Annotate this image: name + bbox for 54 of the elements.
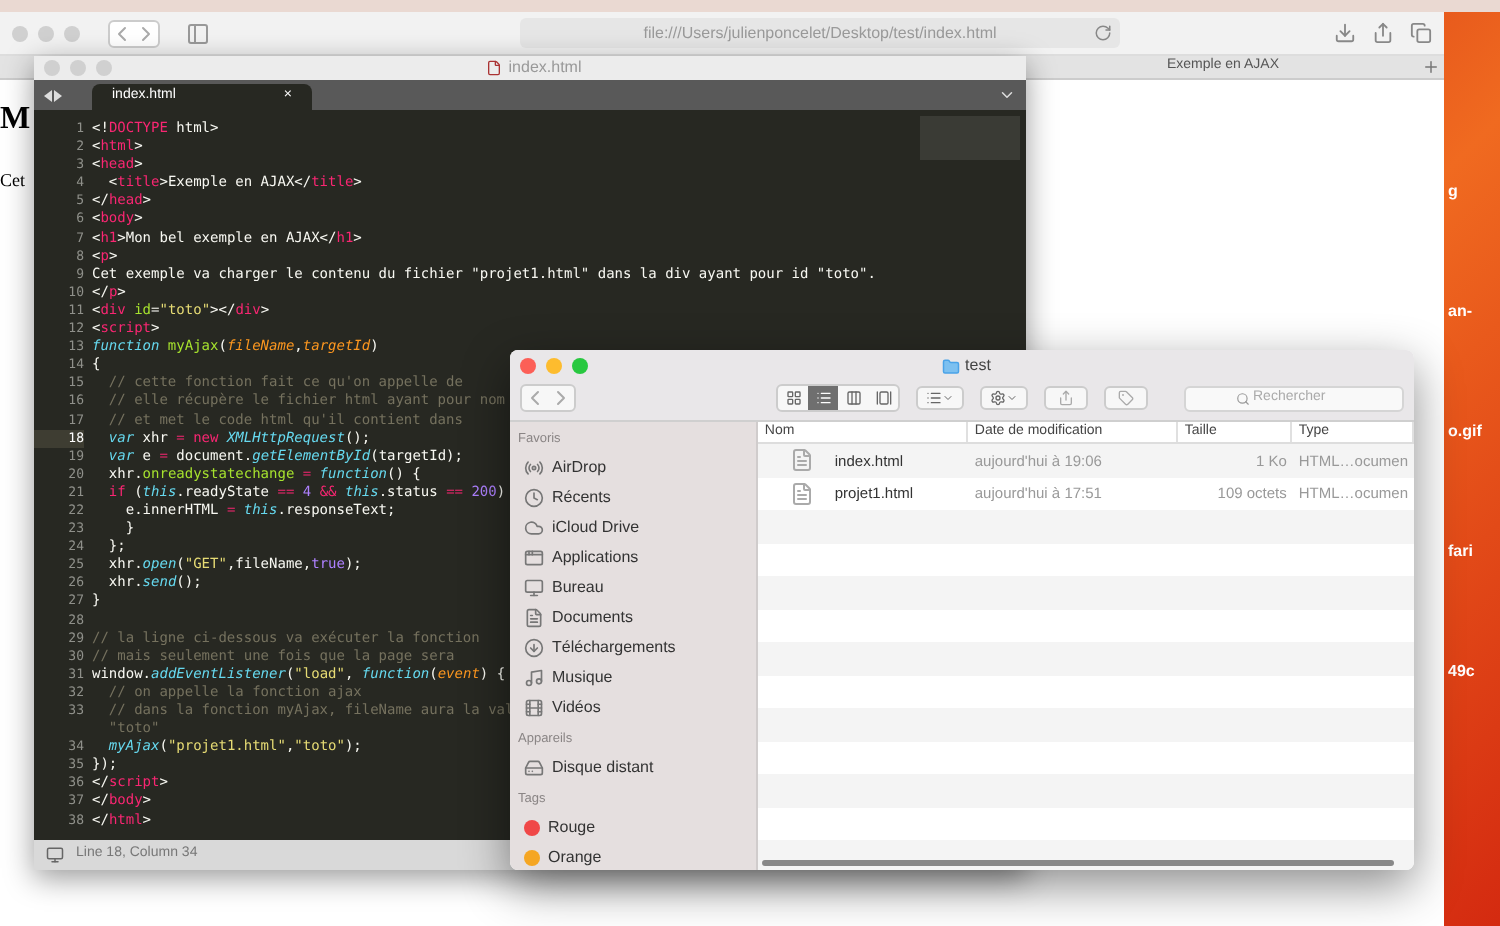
sidebar-item[interactable]: Récents <box>552 486 611 511</box>
tab-scroll-arrows-icon[interactable] <box>44 89 62 101</box>
tabs-icon[interactable] <box>1410 22 1432 44</box>
share-icon <box>1058 390 1074 406</box>
sidebar-icon[interactable] <box>184 21 212 45</box>
list-icon <box>926 390 942 406</box>
sidebar-item[interactable]: Bureau <box>552 576 604 601</box>
sidebar-item[interactable]: Rouge <box>548 815 596 840</box>
sidebar-item[interactable]: iCloud Drive <box>552 516 640 541</box>
sidebar-item[interactable]: Téléchargements <box>552 636 676 661</box>
film-icon <box>524 698 544 719</box>
document-icon <box>524 608 544 629</box>
action-button[interactable] <box>980 386 1028 410</box>
music-note-icon <box>524 668 544 689</box>
page-paragraph: Cet <box>0 168 25 194</box>
sidebar-item[interactable]: Applications <box>552 546 639 571</box>
download-icon[interactable] <box>1334 22 1356 44</box>
scrollbar[interactable] <box>762 860 1394 866</box>
download-icon <box>524 638 544 659</box>
document-icon <box>790 446 815 475</box>
sidebar-item[interactable]: Vidéos <box>552 696 601 721</box>
tag-button[interactable] <box>1104 386 1148 410</box>
cloud-icon <box>524 518 544 539</box>
folder-icon <box>941 357 960 375</box>
clock-icon <box>524 488 544 509</box>
group-button[interactable] <box>916 386 964 410</box>
sidebar-item[interactable]: Disque distant <box>552 756 654 780</box>
share-icon[interactable] <box>1372 22 1394 44</box>
sidebar-item[interactable]: AirDrop <box>552 456 607 481</box>
search-icon <box>1235 391 1249 405</box>
gear-icon <box>990 390 1006 406</box>
caret-icon <box>1006 392 1018 404</box>
monitor-icon <box>524 578 544 599</box>
radar-icon <box>524 458 544 479</box>
window-title: test <box>965 354 991 378</box>
tag-icon <box>1118 390 1134 406</box>
caret-icon <box>942 392 954 404</box>
console-icon[interactable] <box>46 846 64 864</box>
add-tab-icon[interactable] <box>1422 58 1440 76</box>
window-title: index.html <box>508 56 582 80</box>
sidebar-item[interactable]: Documents <box>552 606 633 631</box>
page-heading: M <box>0 100 31 140</box>
file-icon <box>486 60 503 76</box>
sidebar-item[interactable]: Musique <box>552 666 613 691</box>
desktop-icon-label[interactable]: 49c <box>1448 660 1482 684</box>
desktop-icon-label[interactable]: fari <box>1448 540 1482 564</box>
reload-icon[interactable] <box>1094 24 1112 42</box>
share-button[interactable] <box>1044 386 1088 410</box>
desktop-icon-label[interactable]: o.gif <box>1448 420 1482 444</box>
document-icon <box>790 479 815 508</box>
sidebar-item[interactable]: Orange <box>548 845 602 870</box>
list-view-icon[interactable] <box>808 386 838 410</box>
dropdown-icon[interactable] <box>998 86 1016 104</box>
app-window-icon <box>524 548 544 569</box>
